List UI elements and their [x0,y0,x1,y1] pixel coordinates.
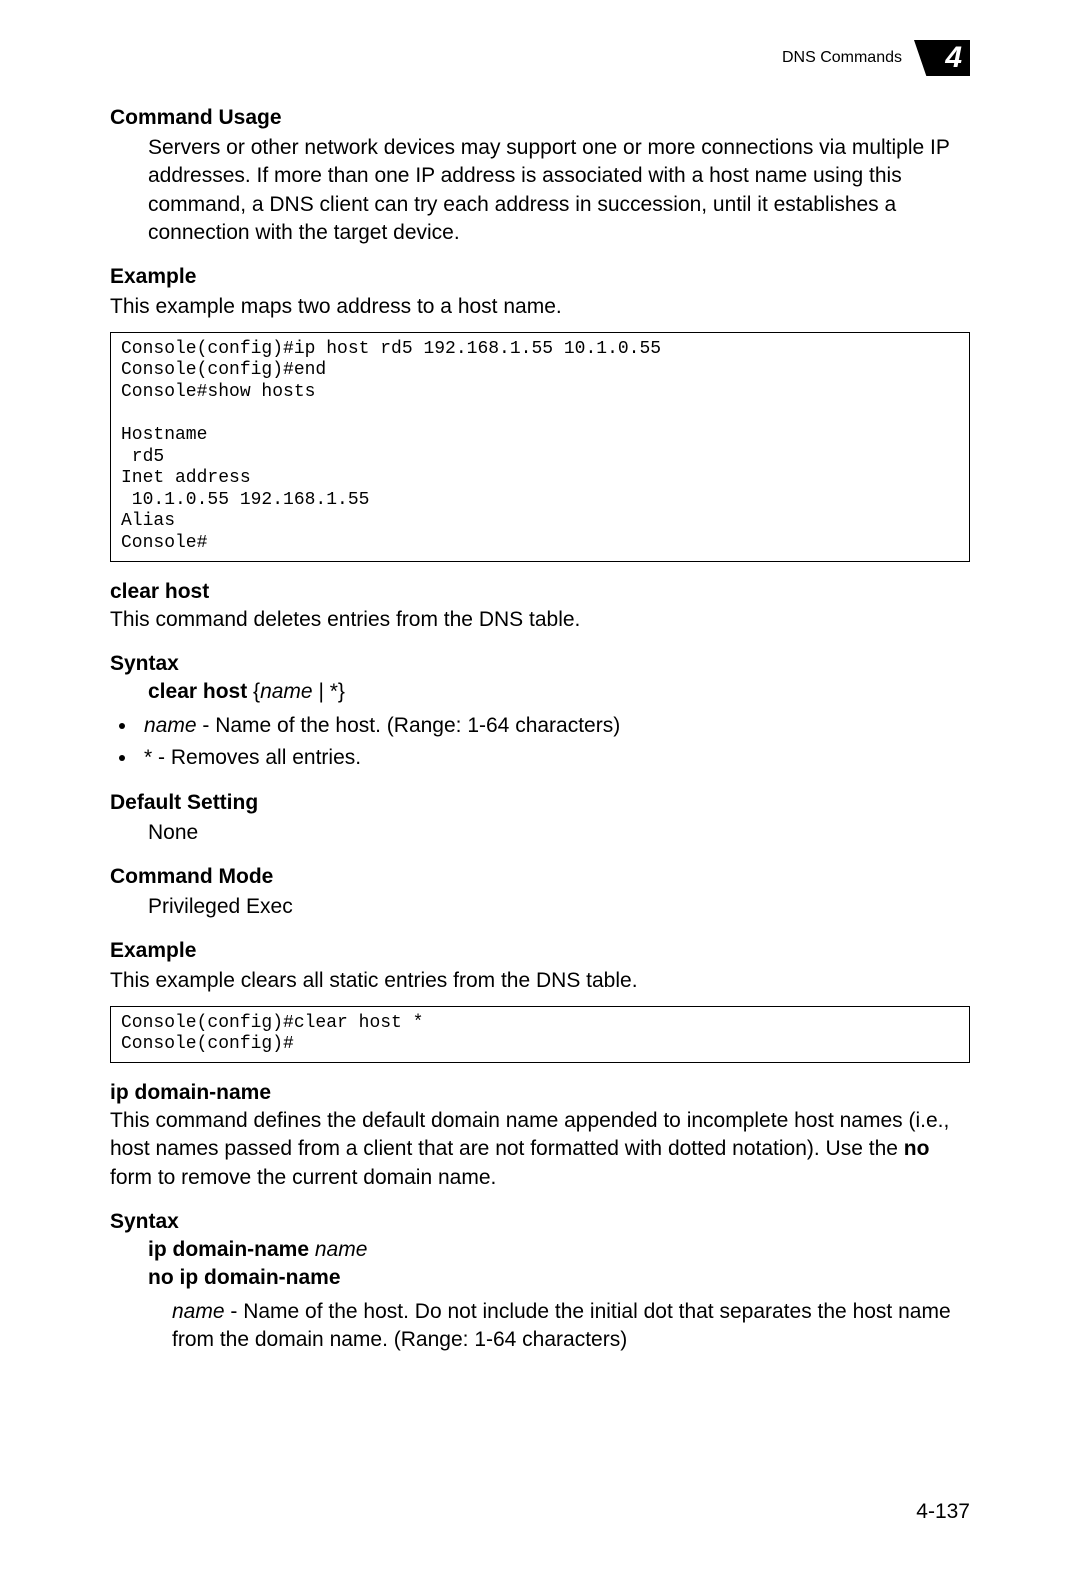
syntax-cmd: clear host [148,680,247,703]
desc-bold: no [904,1137,930,1160]
ip-domain-param: name - Name of the host. Do not include … [172,1298,970,1355]
heading-default-setting: Default Setting [110,791,970,815]
example-2-code: Console(config)#clear host * Console(con… [110,1006,970,1063]
chapter-badge: 4 [914,40,970,76]
heading-example-2: Example [110,939,970,963]
clear-host-desc: This command deletes entries from the DN… [110,606,970,634]
heading-command-mode: Command Mode [110,865,970,889]
page-content: DNS Commands 4 Command Usage Servers or … [0,0,1080,1355]
header-title: DNS Commands [782,49,902,67]
param-desc: - Name of the host. Do not include the i… [172,1300,951,1351]
desc-post: form to remove the current domain name. [110,1166,496,1189]
cmd-title-clear-host: clear host [110,580,970,604]
clear-host-syntax: clear host {name | *} [148,680,970,704]
page-header: DNS Commands 4 [110,40,970,76]
bullet-desc-1: - Removes all entries. [152,746,361,769]
syntax-open: { [247,680,260,703]
chapter-number: 4 [945,43,962,73]
command-mode-value: Privileged Exec [148,893,970,921]
heading-example-1: Example [110,265,970,289]
syntax-cmd2: no ip domain-name [148,1266,341,1289]
ip-domain-syntax-2: no ip domain-name [148,1266,970,1290]
syntax-cmd1-ital: name [309,1238,367,1261]
default-setting-value: None [148,819,970,847]
bullet-term-0: name [144,714,197,737]
bullet-desc-0: - Name of the host. (Range: 1-64 charact… [197,714,621,737]
cmd-title-ip-domain-name: ip domain-name [110,1081,970,1105]
bullet-term-1: * [144,746,152,769]
page-number: 4-137 [916,1500,970,1524]
ip-domain-name-desc: This command defines the default domain … [110,1107,970,1192]
bullet-name: name - Name of the host. (Range: 1-64 ch… [138,712,970,740]
desc-pre: This command defines the default domain … [110,1109,949,1160]
heading-syntax-ip-domain: Syntax [110,1210,970,1234]
param-term: name [172,1300,225,1323]
heading-syntax-clear-host: Syntax [110,652,970,676]
command-usage-body: Servers or other network devices may sup… [148,134,970,247]
example-1-intro: This example maps two address to a host … [110,293,970,321]
example-2-intro: This example clears all static entries f… [110,967,970,995]
example-1-code: Console(config)#ip host rd5 192.168.1.55… [110,332,970,562]
syntax-cmd1-bold: ip domain-name [148,1238,309,1261]
ip-domain-syntax-1: ip domain-name name [148,1238,970,1262]
syntax-name: name [260,680,313,703]
clear-host-bullets: name - Name of the host. (Range: 1-64 ch… [110,712,970,773]
syntax-rest: | *} [313,680,345,703]
bullet-star: * - Removes all entries. [138,744,970,772]
heading-command-usage: Command Usage [110,106,970,130]
